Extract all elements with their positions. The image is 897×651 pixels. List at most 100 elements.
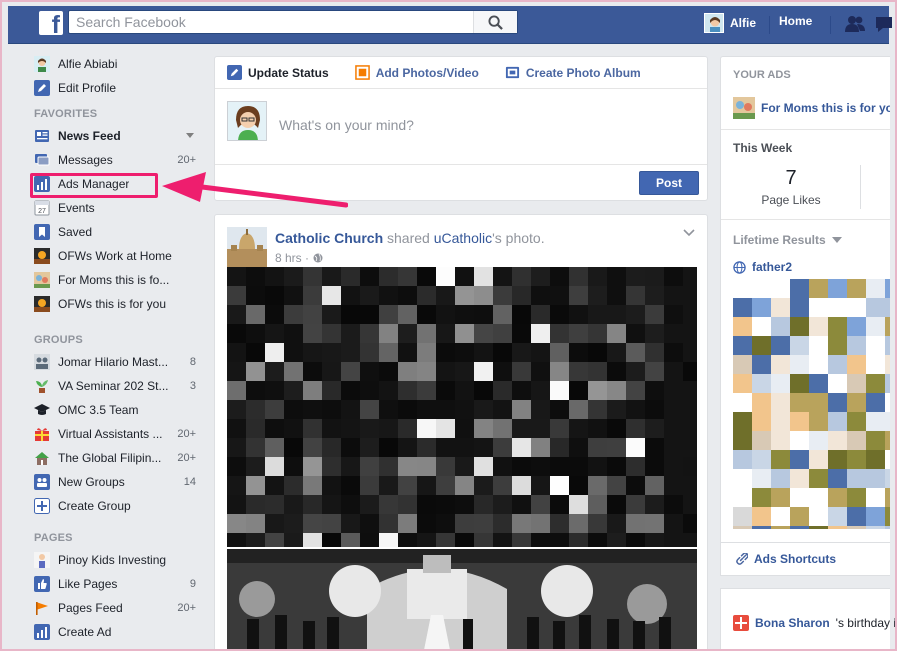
flag-icon xyxy=(34,600,50,616)
birthday-card: Bona Sharon's birthday is xyxy=(720,588,897,651)
user-avatar xyxy=(704,13,724,33)
story-header: Catholic Church shared uCatholic's photo… xyxy=(275,230,545,246)
sidebar-item-group[interactable]: Jomar Hilario Mast... 8 xyxy=(34,350,206,374)
story-target-link[interactable]: uCatholic xyxy=(434,230,492,246)
tab-update-status[interactable]: Update Status xyxy=(227,65,329,80)
house-icon xyxy=(34,450,50,466)
friend-requests-icon[interactable] xyxy=(844,15,866,33)
separator xyxy=(721,129,890,130)
feed-story: Catholic Church shared uCatholic's photo… xyxy=(214,214,708,651)
story-options-chevron-icon[interactable] xyxy=(683,229,695,237)
page-likes-label: Page Likes xyxy=(761,193,821,207)
your-ads-heading: YOUR ADS xyxy=(733,69,791,81)
left-sidebar: Alfie Abiabi Edit Profile FAVORITES News… xyxy=(34,52,206,644)
photo-icon xyxy=(354,65,370,80)
stats-divider xyxy=(860,165,861,209)
groups-heading: GROUPS xyxy=(34,334,83,346)
sidebar-item-ofws-work-at-home[interactable]: OFWs Work at Home xyxy=(34,244,206,268)
globe-icon xyxy=(733,260,746,274)
composer-input[interactable]: What's on your mind? xyxy=(279,117,414,133)
ads-manager-icon xyxy=(34,624,50,640)
gift-icon xyxy=(733,615,749,631)
sidebar-item-pages-feed[interactable]: Pages Feed 20+ xyxy=(34,596,206,620)
ad-thumbnail xyxy=(733,97,755,119)
profile-link[interactable]: Alfie xyxy=(704,12,756,34)
message-count: 20+ xyxy=(177,154,196,166)
facebook-logo[interactable]: f xyxy=(39,11,63,38)
calendar-icon: 27 xyxy=(34,200,50,216)
sidebar-item-saved[interactable]: Saved xyxy=(34,220,206,244)
grad-cap-icon xyxy=(34,402,50,418)
link-icon xyxy=(736,552,748,565)
favorites-heading: FAVORITES xyxy=(34,108,98,120)
chevron-down-icon xyxy=(831,236,842,243)
home-link[interactable]: Home xyxy=(779,14,812,28)
new-groups-icon xyxy=(34,474,50,490)
story-timestamp[interactable]: 8 hrs · xyxy=(275,251,323,265)
user-name: Alfie xyxy=(730,16,757,30)
sidebar-item-create-group[interactable]: Create Group xyxy=(34,494,206,518)
messages-icon xyxy=(34,152,50,168)
birthday-name-link[interactable]: Bona Sharon xyxy=(755,616,830,630)
plant-icon xyxy=(34,378,50,394)
page-thumb-icon xyxy=(34,296,50,312)
separator xyxy=(721,219,890,220)
sidebar-item-new-groups[interactable]: New Groups 14 xyxy=(34,470,206,494)
search-input[interactable] xyxy=(69,11,469,33)
user-avatar-icon xyxy=(34,56,50,72)
pixelated-photo[interactable] xyxy=(227,267,697,547)
tab-create-photo-album[interactable]: Create Photo Album xyxy=(505,65,641,80)
post-button[interactable]: Post xyxy=(639,171,699,195)
ads-manager-highlight-box xyxy=(30,173,158,198)
like-icon xyxy=(34,576,50,592)
this-week-heading: This Week xyxy=(733,141,793,155)
page-avatar[interactable] xyxy=(227,227,267,267)
ad-link[interactable]: For Moms this is for yo xyxy=(733,97,890,119)
sidebar-item-profile[interactable]: Alfie Abiabi xyxy=(34,52,206,76)
story-source-link[interactable]: Catholic Church xyxy=(275,230,383,246)
sidebar-item-group[interactable]: The Global Filipin... 20+ xyxy=(34,446,206,470)
page-likes-value: 7 xyxy=(785,167,797,189)
messages-icon[interactable] xyxy=(874,14,894,34)
sidebar-item-group[interactable]: OMC 3.5 Team xyxy=(34,398,206,422)
album-icon xyxy=(505,66,519,79)
wedding-photo[interactable] xyxy=(227,549,697,651)
search-button[interactable] xyxy=(473,11,517,33)
composer-avatar xyxy=(227,101,267,141)
ads-shortcuts-link[interactable]: Ads Shortcuts xyxy=(720,542,890,576)
lifetime-results-toggle[interactable]: Lifetime Results xyxy=(733,233,842,247)
pencil-icon xyxy=(34,80,50,96)
bookmark-icon xyxy=(34,224,50,240)
tab-add-photos-video[interactable]: Add Photos/Video xyxy=(354,65,479,80)
campaign-link[interactable]: father2 xyxy=(733,260,792,274)
sidebar-item-news-feed[interactable]: News Feed xyxy=(34,124,206,148)
gift-icon xyxy=(34,426,50,442)
sidebar-item-group[interactable]: Virtual Assistants ... 20+ xyxy=(34,422,206,446)
top-bar: f Alfie Home xyxy=(8,6,892,44)
pages-heading: PAGES xyxy=(34,532,73,544)
page-thumb-icon xyxy=(34,248,50,264)
topbar-divider xyxy=(830,16,831,34)
pixelated-results xyxy=(733,279,890,529)
annotation-arrow xyxy=(162,172,348,208)
group-icon xyxy=(34,354,50,370)
globe-icon xyxy=(313,253,323,263)
topbar-divider xyxy=(769,16,770,34)
sidebar-item-for-moms[interactable]: For Moms this is fo... xyxy=(34,268,206,292)
search-icon xyxy=(488,14,503,30)
sidebar-item-edit-profile[interactable]: Edit Profile xyxy=(34,76,206,100)
birthday-row[interactable]: Bona Sharon's birthday is xyxy=(733,615,897,631)
news-feed-icon xyxy=(34,128,50,144)
page-thumb-icon xyxy=(34,552,50,568)
sidebar-item-create-ad[interactable]: Create Ad xyxy=(34,620,206,644)
chevron-down-icon[interactable] xyxy=(186,133,194,139)
ads-panel: YOUR ADS For Moms this is for yo This We… xyxy=(720,56,890,576)
sidebar-item-ofws-for-you[interactable]: OFWs this is for you xyxy=(34,292,206,316)
sidebar-item-like-pages[interactable]: Like Pages 9 xyxy=(34,572,206,596)
page-thumb-icon xyxy=(34,272,50,288)
composer-body: What's on your mind? xyxy=(215,89,707,165)
sidebar-item-pinoy-kids[interactable]: Pinoy Kids Investing xyxy=(34,548,206,572)
plus-icon xyxy=(34,498,50,514)
sidebar-item-group[interactable]: VA Seminar 202 St... 3 xyxy=(34,374,206,398)
search-box xyxy=(68,10,518,34)
